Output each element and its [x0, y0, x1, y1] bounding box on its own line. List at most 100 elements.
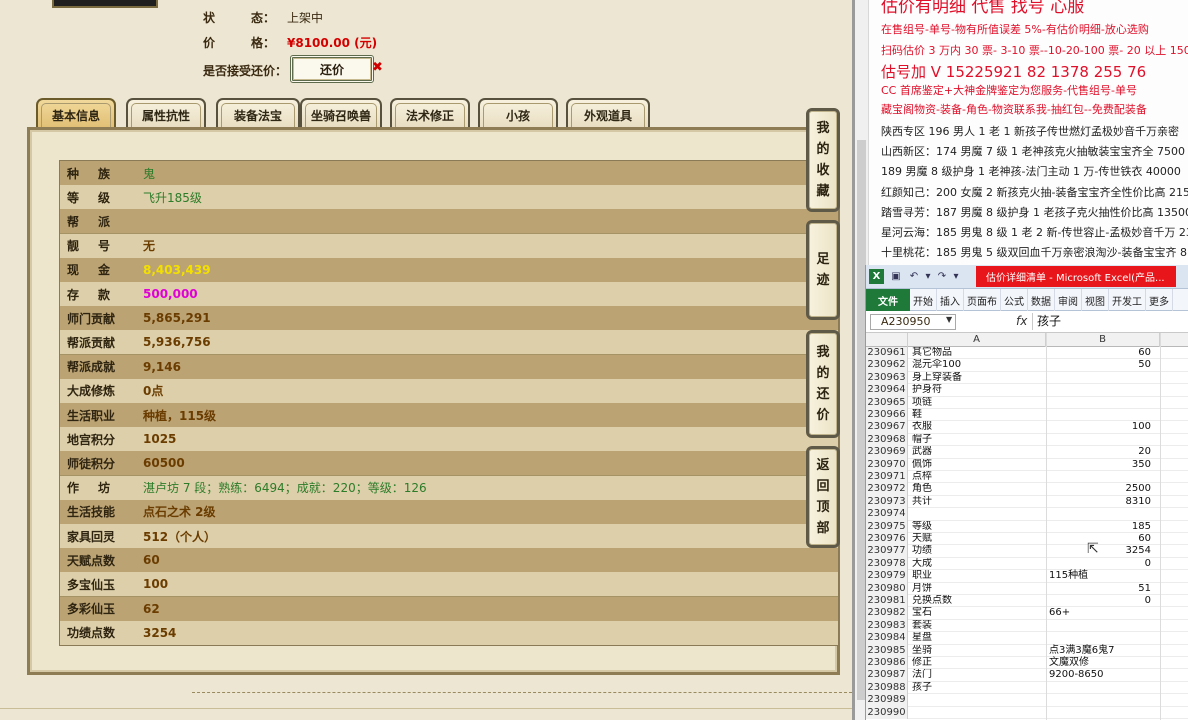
row-number[interactable]: 230974: [866, 508, 908, 521]
row-number[interactable]: 230973: [866, 495, 908, 509]
column-header-b[interactable]: B: [1046, 333, 1160, 347]
customize-toolbar-icon[interactable]: ▾: [950, 270, 962, 282]
cell-a[interactable]: 天赋: [912, 533, 1046, 545]
cell-a[interactable]: 帽子: [912, 434, 1046, 446]
tab-attributes[interactable]: 属性抗性: [126, 98, 206, 130]
tab-appearance[interactable]: 外观道具: [566, 98, 650, 130]
cell-a[interactable]: 法门: [912, 669, 1046, 681]
sheet-row[interactable]: 230974: [866, 508, 1188, 521]
row-number[interactable]: 230982: [866, 607, 908, 620]
my-favorites-button[interactable]: 我 的 收 藏: [806, 108, 840, 212]
tab-spell-correction[interactable]: 法术修正: [390, 98, 470, 130]
sheet-row[interactable]: 230971 点椊: [866, 471, 1188, 484]
sheet-row[interactable]: 230961 其它物品 60: [866, 347, 1188, 360]
name-box[interactable]: A230950: [870, 314, 956, 330]
sheet-row[interactable]: 230965 项链: [866, 396, 1188, 409]
sheet-row[interactable]: 230973 共计 8310: [866, 495, 1188, 509]
cell-a[interactable]: 护身符: [912, 384, 1046, 396]
cell-b[interactable]: 3254: [1047, 545, 1159, 557]
row-number[interactable]: 230977: [866, 545, 908, 558]
row-number[interactable]: 230984: [866, 632, 908, 645]
ribbon-tab-home[interactable]: 开始: [910, 289, 937, 311]
ribbon-tab-file[interactable]: 文件: [866, 289, 910, 311]
row-number[interactable]: 230962: [866, 359, 908, 372]
sheet-row[interactable]: 230964 护身符: [866, 384, 1188, 397]
select-all-corner[interactable]: [866, 333, 908, 347]
my-bargains-button[interactable]: 我 的 还 价: [806, 330, 840, 438]
ribbon-tab-view[interactable]: 视图: [1082, 289, 1109, 311]
cell-b[interactable]: 9200-8650: [1047, 669, 1159, 681]
cell-b[interactable]: 50: [1047, 359, 1159, 371]
cell-b[interactable]: 51: [1047, 583, 1159, 595]
ribbon-tab-data[interactable]: 数据: [1028, 289, 1055, 311]
row-number[interactable]: 230972: [866, 483, 908, 496]
cell-a[interactable]: 套装: [912, 620, 1046, 632]
sheet-row[interactable]: 230979 职业 115种植: [866, 570, 1188, 583]
cell-a[interactable]: 星盘: [912, 632, 1046, 644]
cell-a[interactable]: 等级: [912, 521, 1046, 533]
cell-b[interactable]: 2500: [1047, 483, 1159, 495]
redo-icon[interactable]: ↷: [936, 270, 948, 282]
dropdown-icon[interactable]: ▾: [922, 270, 934, 282]
sheet-row[interactable]: 230981 兑换点数 0: [866, 595, 1188, 608]
sheet-row[interactable]: 230982 宝石 66+: [866, 607, 1188, 620]
row-number[interactable]: 230969: [866, 446, 908, 459]
cell-a[interactable]: 混元伞100: [912, 359, 1046, 371]
sheet-row[interactable]: 230963 身上穿装备: [866, 371, 1188, 385]
row-number[interactable]: 230971: [866, 471, 908, 484]
save-icon[interactable]: ▣: [890, 270, 902, 282]
formula-input[interactable]: 孩子: [1032, 313, 1188, 330]
row-number[interactable]: 230968: [866, 433, 908, 447]
sheet-row[interactable]: 230986 修正 文魔双修: [866, 657, 1188, 670]
cell-a[interactable]: 鞋: [912, 409, 1046, 421]
undo-icon[interactable]: ↶: [908, 270, 920, 282]
cell-a[interactable]: 其它物品: [912, 347, 1046, 359]
cell-a[interactable]: 孩子: [912, 682, 1046, 694]
sheet-row[interactable]: 230976 天赋 60: [866, 533, 1188, 546]
cell-b[interactable]: 115种植: [1047, 570, 1159, 582]
row-number[interactable]: 230970: [866, 458, 908, 471]
function-icon[interactable]: fx: [1016, 314, 1027, 328]
row-number[interactable]: 230965: [866, 396, 908, 409]
row-number[interactable]: 230989: [866, 694, 908, 707]
ribbon-tab-developer[interactable]: 开发工: [1109, 289, 1146, 311]
ribbon-tab-formulas[interactable]: 公式: [1001, 289, 1028, 311]
row-number[interactable]: 230964: [866, 384, 908, 397]
cell-a[interactable]: 共计: [912, 496, 1046, 508]
cell-a[interactable]: 佩饰: [912, 459, 1046, 471]
sheet-row[interactable]: 230989: [866, 694, 1188, 707]
cell-a[interactable]: 武器: [912, 446, 1046, 458]
sheet-row[interactable]: 230968 帽子: [866, 433, 1188, 447]
sheet-row[interactable]: 230985 坐骑 点3满3魔6鬼7: [866, 644, 1188, 657]
cell-b[interactable]: 60: [1047, 533, 1159, 545]
cell-b[interactable]: 100: [1047, 421, 1159, 433]
name-box-dropdown-icon[interactable]: ▼: [946, 315, 952, 324]
sheet-row[interactable]: 230978 大成 0: [866, 557, 1188, 571]
ribbon-tab-review[interactable]: 审阅: [1055, 289, 1082, 311]
ribbon-tab-insert[interactable]: 插入: [937, 289, 964, 311]
row-number[interactable]: 230987: [866, 669, 908, 682]
cell-a[interactable]: 衣服: [912, 421, 1046, 433]
column-header-a[interactable]: A: [908, 333, 1046, 347]
row-number[interactable]: 230988: [866, 681, 908, 695]
sheet-grid[interactable]: 230961 其它物品 60 230962 混元伞100 50 230963 身上穿装备 230…: [866, 347, 1188, 720]
cell-b[interactable]: 350: [1047, 459, 1159, 471]
cell-b[interactable]: 0: [1047, 595, 1159, 607]
ribbon-tab-page-layout[interactable]: 页面布: [964, 289, 1001, 311]
row-number[interactable]: 230981: [866, 595, 908, 608]
cell-a[interactable]: 修正: [912, 657, 1046, 669]
row-number[interactable]: 230961: [866, 347, 908, 360]
sheet-row[interactable]: 230972 角色 2500: [866, 483, 1188, 496]
cell-a[interactable]: 点椊: [912, 471, 1046, 483]
bargain-button[interactable]: 还价: [290, 55, 374, 83]
cell-a[interactable]: 宝石: [912, 607, 1046, 619]
row-number[interactable]: 230967: [866, 421, 908, 434]
cell-b[interactable]: 185: [1047, 521, 1159, 533]
cell-a[interactable]: 职业: [912, 570, 1046, 582]
sheet-row[interactable]: 230987 法门 9200-8650: [866, 669, 1188, 682]
row-number[interactable]: 230980: [866, 582, 908, 595]
row-number[interactable]: 230966: [866, 409, 908, 422]
row-number[interactable]: 230963: [866, 371, 908, 385]
cell-b[interactable]: 点3满3魔6鬼7: [1047, 645, 1159, 657]
row-number[interactable]: 230986: [866, 657, 908, 670]
